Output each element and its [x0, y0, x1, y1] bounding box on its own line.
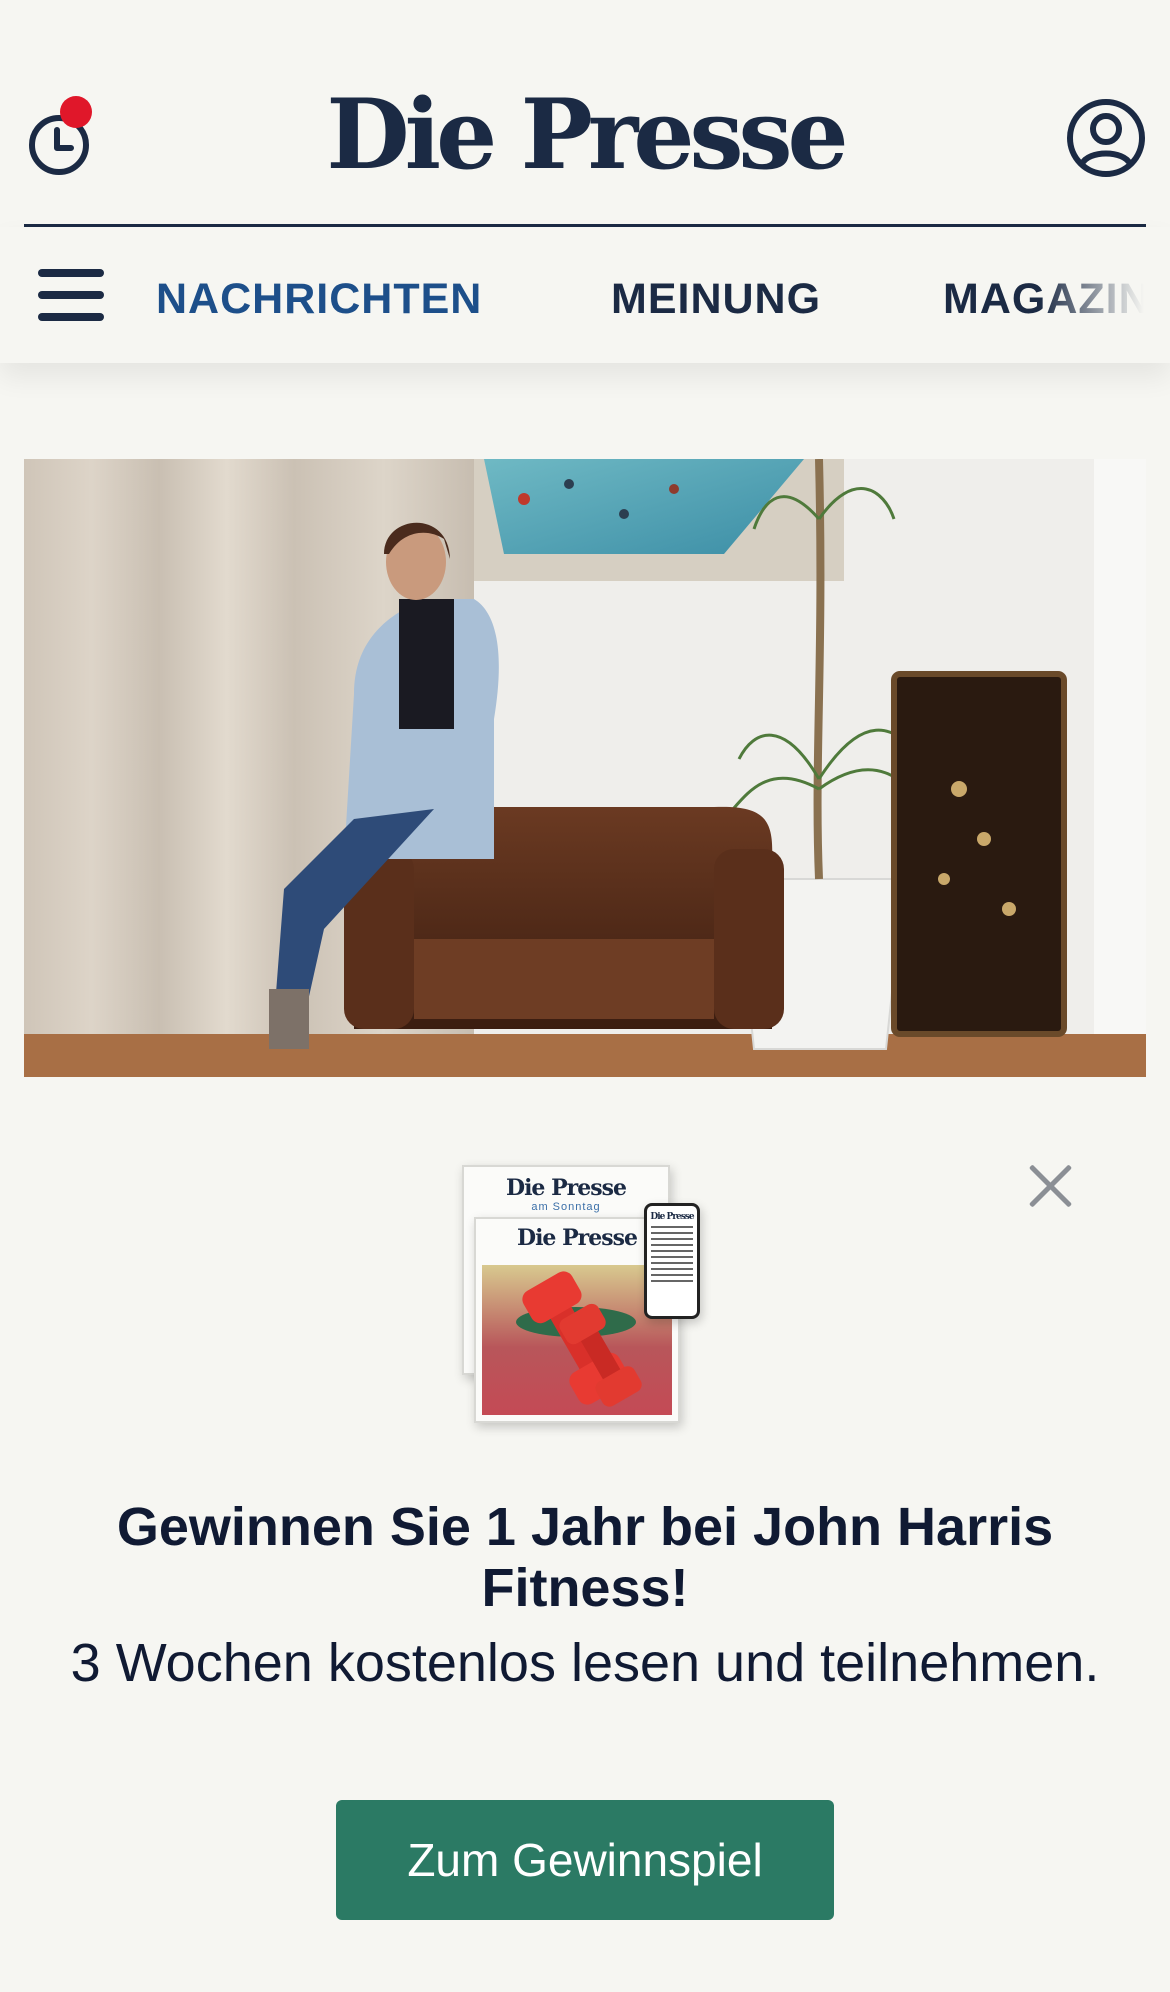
- dumbbell-icon: [522, 1271, 642, 1407]
- main-navigation: NACHRICHTEN MEINUNG MAGAZIN: [0, 227, 1170, 363]
- article-hero-image[interactable]: [24, 459, 1146, 1077]
- promo-headline: Gewinnen Sie 1 Jahr bei John Harris Fitn…: [116, 1497, 1054, 1618]
- promo-subline: 3 Wochen kostenlos lesen und teilnehmen.: [70, 1633, 1100, 1693]
- hamburger-menu-icon[interactable]: [38, 269, 106, 325]
- nav-item-meinung[interactable]: MEINUNG: [611, 273, 821, 325]
- site-header: Die Presse: [0, 0, 1170, 228]
- user-account-icon: [1067, 99, 1145, 177]
- phone-mockup: Die Presse: [644, 1203, 700, 1319]
- site-logo[interactable]: Die Presse: [0, 80, 1170, 190]
- promo-illustration: Die Presse am Sonntag Die Presse Die Pre…: [462, 1165, 712, 1495]
- article-photo: [24, 459, 1146, 1077]
- close-icon[interactable]: [1026, 1162, 1074, 1210]
- user-account-button[interactable]: [1066, 98, 1146, 178]
- subscription-promo-overlay: Die Presse am Sonntag Die Presse Die Pre…: [0, 1077, 1170, 1992]
- gewinnspiel-button[interactable]: Zum Gewinnspiel: [336, 1800, 834, 1920]
- nav-item-nachrichten[interactable]: NACHRICHTEN: [156, 273, 482, 325]
- nav-scroll-fade: [1040, 227, 1170, 363]
